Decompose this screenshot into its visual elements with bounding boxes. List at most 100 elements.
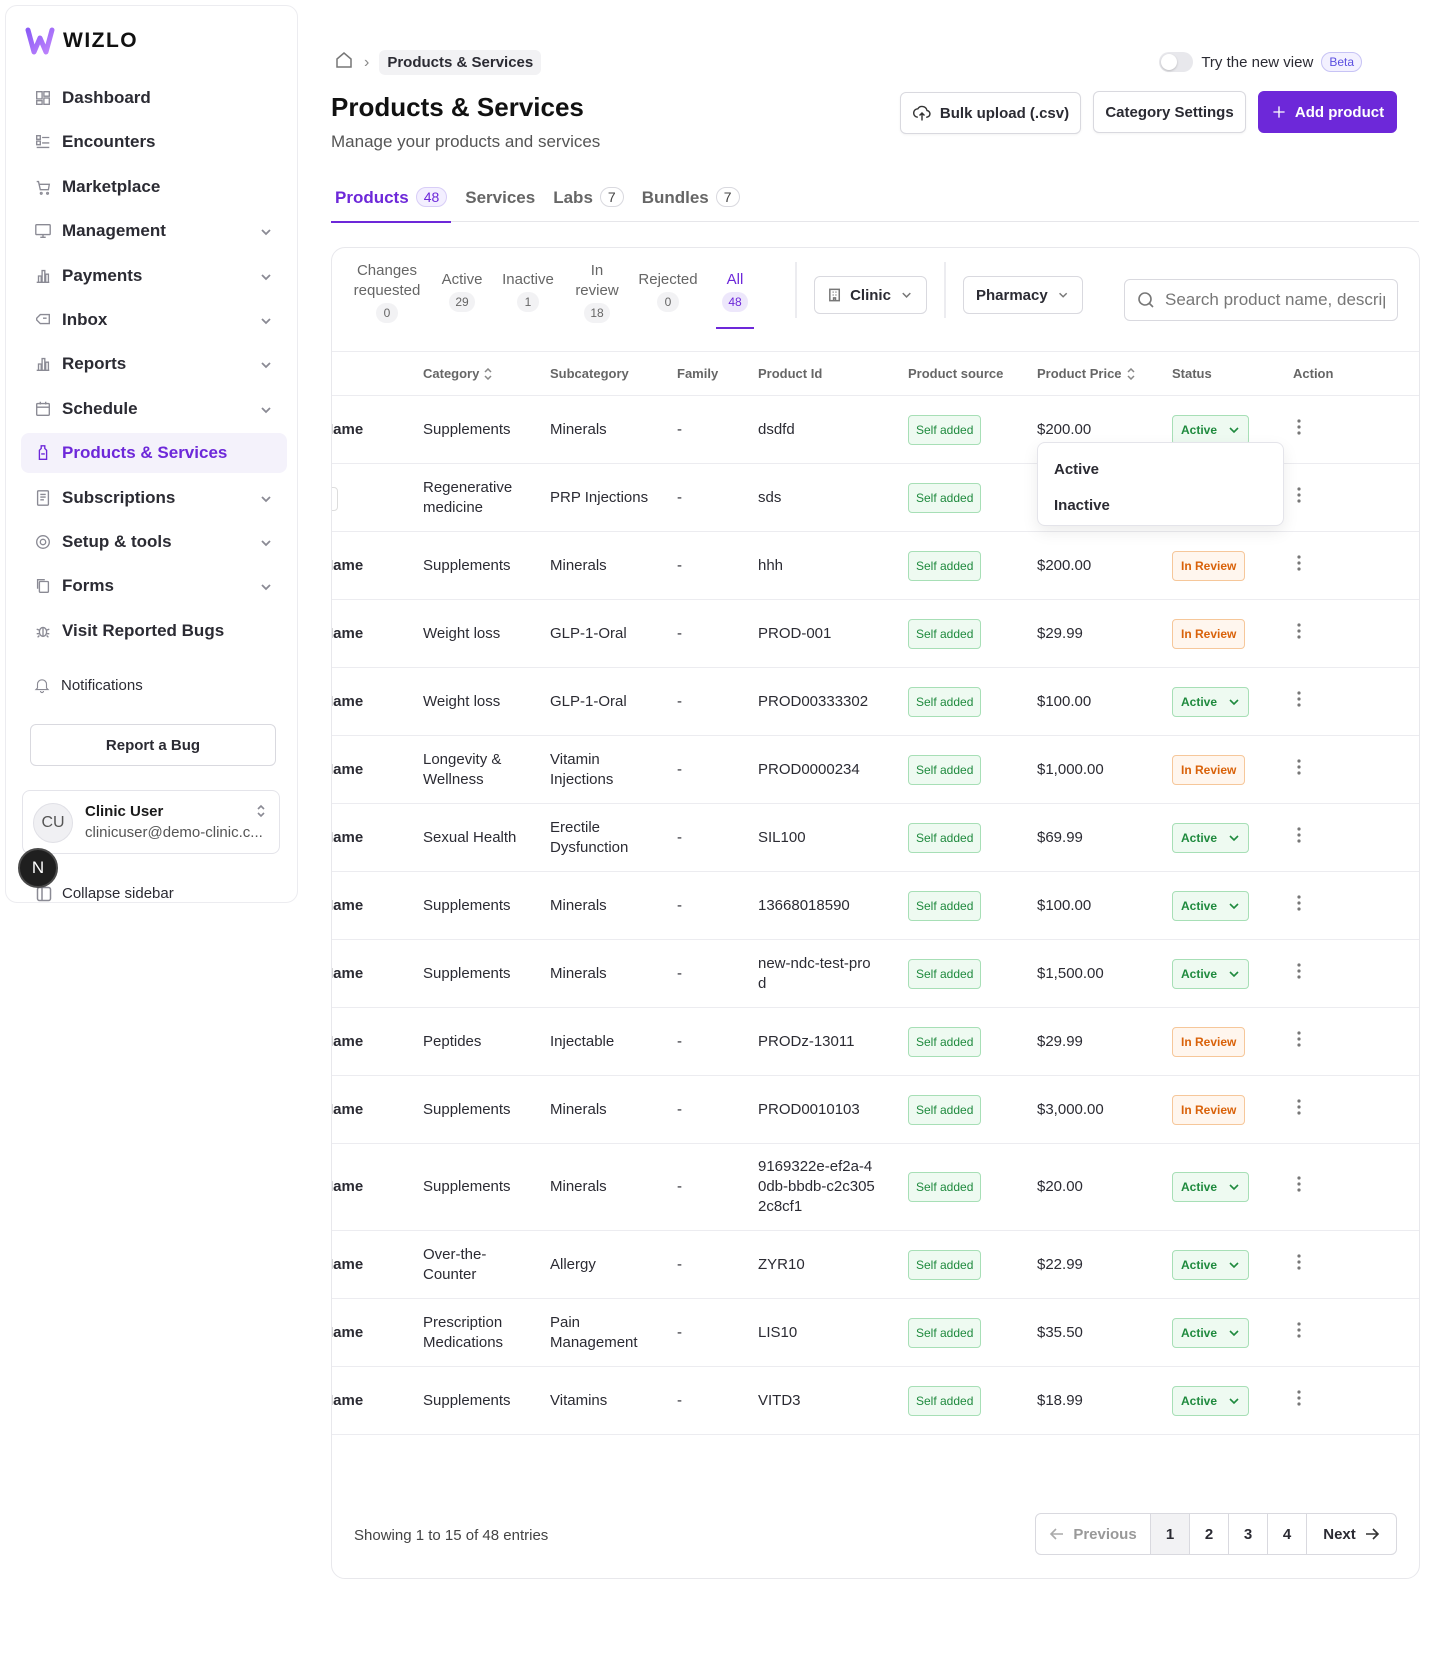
status-filter-in-review[interactable]: In review 18: [573, 261, 621, 323]
status-badge: In Review: [1172, 550, 1246, 581]
status-select[interactable]: Active: [1172, 1172, 1249, 1202]
n-badge[interactable]: N: [18, 848, 58, 888]
sidebar-item-encounters[interactable]: Encounters: [21, 122, 287, 162]
sidebar-item-label: Visit Reported Bugs: [62, 620, 225, 640]
more-actions-icon[interactable]: [1297, 894, 1313, 917]
status-select[interactable]: Active: [1172, 1385, 1249, 1416]
more-actions-icon[interactable]: [1297, 486, 1313, 509]
more-actions-icon[interactable]: [1297, 826, 1313, 849]
sidebar-item-payments[interactable]: Payments: [21, 256, 287, 296]
more-actions-icon[interactable]: [1297, 622, 1313, 645]
tab-services[interactable]: Services: [461, 184, 539, 222]
new-view-label: Try the new view: [1201, 53, 1314, 71]
tab-bundles[interactable]: Bundles 7: [638, 184, 744, 222]
brand-logo[interactable]: WIZLO: [25, 26, 138, 56]
breadcrumb-current[interactable]: Products & Services: [379, 50, 542, 75]
page-button-4[interactable]: 4: [1268, 1514, 1307, 1554]
list-icon: [34, 133, 52, 151]
chevron-updown-icon: [255, 803, 267, 819]
sidebar-item-inbox[interactable]: Inbox: [21, 300, 287, 340]
sidebar-item-subscriptions[interactable]: Subscriptions: [21, 478, 287, 518]
status-filter-rejected[interactable]: Rejected 0: [636, 270, 700, 312]
column-header-category[interactable]: Category: [423, 366, 493, 381]
more-actions-icon[interactable]: [1297, 1098, 1313, 1121]
product-source-badge: Self added: [908, 618, 982, 649]
user-card[interactable]: CU Clinic User clinicuser@demo-clinic.c.…: [22, 790, 280, 854]
status-option-inactive[interactable]: Inactive: [1054, 497, 1110, 514]
more-actions-icon[interactable]: [1297, 962, 1313, 985]
family-cell: -: [677, 1032, 682, 1050]
add-product-button[interactable]: Add product: [1258, 91, 1397, 133]
category-cell: Supplements: [423, 1178, 511, 1195]
sidebar-item-marketplace[interactable]: Marketplace: [21, 167, 287, 207]
product-name: l Name: [332, 896, 364, 914]
search-box[interactable]: [1124, 279, 1398, 321]
search-input[interactable]: [1165, 290, 1385, 310]
status-select[interactable]: Active: [1172, 686, 1249, 717]
category-cell: Supplements: [423, 1391, 511, 1409]
status-cell: In Review: [1172, 1026, 1246, 1057]
new-view-toggle[interactable]: Try the new view Beta: [1159, 52, 1362, 72]
sidebar-item-reports[interactable]: Reports: [21, 344, 287, 384]
clinic-filter-select[interactable]: Clinic: [814, 276, 927, 314]
category-settings-button[interactable]: Category Settings: [1093, 91, 1246, 133]
status-select[interactable]: Active: [1172, 1317, 1249, 1348]
status-label: Active: [1181, 830, 1218, 845]
price-cell: $1,500.00: [1037, 964, 1104, 982]
tab-count: 48: [415, 187, 448, 207]
status-select[interactable]: Active: [1172, 822, 1249, 853]
page-button-3[interactable]: 3: [1229, 1514, 1268, 1554]
status-select[interactable]: Active: [1172, 890, 1249, 921]
page-button-2[interactable]: 2: [1190, 1514, 1229, 1554]
status-select[interactable]: Active: [1172, 1249, 1249, 1280]
sidebar-item-schedule[interactable]: Schedule: [21, 389, 287, 429]
column-header-product-price[interactable]: Product Price: [1037, 366, 1136, 381]
tab-labs[interactable]: Labs 7: [549, 184, 627, 222]
more-actions-icon[interactable]: [1297, 758, 1313, 781]
user-name: Clinic User: [85, 803, 164, 820]
more-actions-icon[interactable]: [1297, 1389, 1313, 1412]
page-button-1[interactable]: 1: [1151, 1514, 1190, 1554]
home-icon[interactable]: [334, 50, 354, 75]
status-option-active[interactable]: Active: [1054, 461, 1099, 478]
product-name: l Name: [332, 624, 364, 642]
product-source-badge: Self added: [908, 1385, 982, 1416]
product-source-badge: Self added: [908, 686, 982, 717]
status-filter-inactive[interactable]: Inactive 1: [500, 270, 556, 312]
sidebar-item-dashboard[interactable]: Dashboard: [21, 78, 287, 118]
more-actions-icon[interactable]: [1297, 1176, 1313, 1198]
sidebar-item-products-services[interactable]: Products & Services: [21, 433, 287, 474]
category-cell: Regenerative medicine: [423, 478, 513, 516]
sidebar-item-visit-reported-bugs[interactable]: Visit Reported Bugs: [21, 611, 287, 651]
report-bug-button[interactable]: Report a Bug: [30, 724, 276, 766]
collapse-sidebar-button[interactable]: Collapse sidebar: [36, 885, 174, 902]
status-select[interactable]: Active: [1172, 958, 1249, 989]
category-cell: Supplements: [423, 896, 511, 914]
status-filter-changes-requested[interactable]: Changes requested 0: [349, 261, 425, 323]
sidebar-item-setup-tools[interactable]: Setup & tools: [21, 522, 287, 562]
status-filter-all[interactable]: All 48: [716, 270, 754, 329]
product-source-badge: Self added: [908, 958, 982, 989]
sidebar-item-management[interactable]: Management: [21, 211, 287, 251]
column-header-action: Action: [1293, 366, 1333, 381]
status-filter-active[interactable]: Active 29: [437, 270, 487, 312]
tab-products[interactable]: Products 48: [331, 184, 452, 223]
toggle-switch[interactable]: [1159, 52, 1194, 72]
status-select[interactable]: Active: [1172, 414, 1249, 445]
notifications-link[interactable]: Notifications: [33, 676, 143, 694]
more-actions-icon[interactable]: [1297, 690, 1313, 713]
bulk-upload-button[interactable]: Bulk upload (.csv): [900, 92, 1081, 134]
more-actions-icon[interactable]: [1297, 1253, 1313, 1276]
chevron-down-icon: [1229, 1261, 1239, 1268]
previous-label: Previous: [1073, 1525, 1137, 1543]
sidebar-item-forms[interactable]: Forms: [21, 566, 287, 606]
more-actions-icon[interactable]: [1297, 554, 1313, 577]
more-actions-icon[interactable]: [1297, 1321, 1313, 1344]
more-actions-icon[interactable]: [1297, 1030, 1313, 1053]
sidebar-item-label: Management: [62, 221, 166, 241]
previous-page-button[interactable]: Previous: [1036, 1514, 1151, 1554]
product-id-cell: VITD3: [758, 1391, 801, 1409]
more-actions-icon[interactable]: [1297, 418, 1313, 441]
pharmacy-filter-select[interactable]: Pharmacy: [963, 276, 1083, 314]
next-page-button[interactable]: Next: [1307, 1514, 1396, 1554]
